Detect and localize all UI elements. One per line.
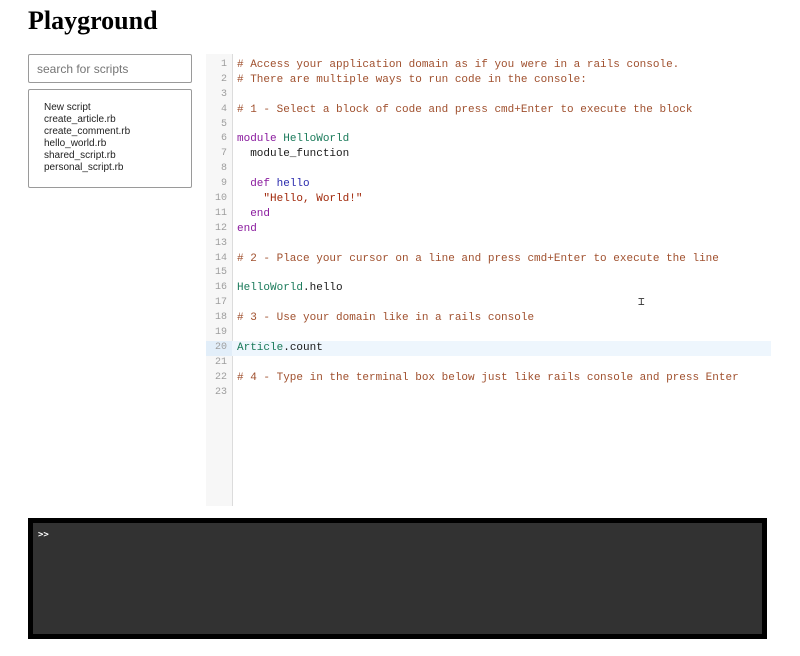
code-line[interactable]: 10 "Hello, World!" <box>206 192 771 207</box>
script-list-item[interactable]: hello_world.rb <box>44 138 191 150</box>
code-token: end <box>237 222 257 235</box>
code-token: Article <box>237 341 284 354</box>
code-token: .hello <box>303 282 343 295</box>
line-number: 12 <box>214 222 227 234</box>
code-lines[interactable]: 1 # Access your application domain as if … <box>206 58 771 400</box>
code-text: module_function <box>237 147 771 162</box>
text-cursor-icon: ⌶ <box>638 295 645 308</box>
code-line[interactable]: 13 <box>206 237 771 252</box>
line-number: 22 <box>214 371 227 383</box>
code-line[interactable]: 8 <box>206 162 771 177</box>
line-number: 20 <box>206 340 232 356</box>
code-token: module <box>237 133 277 146</box>
code-text: # There are multiple ways to run code in… <box>237 73 771 88</box>
code-line[interactable]: 7 module_function <box>206 147 771 162</box>
code-line[interactable]: 4 # 1 - Select a block of code and press … <box>206 103 771 118</box>
code-text: # 1 - Select a block of code and press c… <box>237 103 771 118</box>
code-line[interactable]: 22 # 4 - Type in the terminal box below j… <box>206 371 771 386</box>
line-number: 11 <box>214 207 227 219</box>
code-token: # 1 - Select a block of code and press c… <box>237 103 693 116</box>
line-number: 17 <box>214 297 227 309</box>
code-text: "Hello, World!" <box>237 192 771 207</box>
code-token: hello <box>276 178 310 191</box>
script-list-item[interactable]: create_comment.rb <box>44 126 191 138</box>
code-text: def hello <box>237 177 771 192</box>
script-list-item[interactable]: personal_script.rb <box>44 162 191 174</box>
line-number: 18 <box>214 312 227 324</box>
script-list: New script create_article.rb create_commen… <box>28 89 192 188</box>
script-list-item[interactable]: create_article.rb <box>44 114 191 126</box>
code-text: # 2 - Place your cursor on a line and pr… <box>237 252 771 267</box>
line-number: 13 <box>214 237 227 249</box>
code-line[interactable]: 21 <box>206 356 771 371</box>
code-token: .count <box>283 341 323 354</box>
code-text: end <box>237 207 771 222</box>
line-number: 2 <box>220 73 227 85</box>
code-text: # Access your application domain as if y… <box>237 58 771 73</box>
terminal-box[interactable]: >> <box>28 518 767 639</box>
code-line[interactable]: 9 def hello <box>206 177 771 192</box>
code-line[interactable]: 15 <box>206 266 771 281</box>
code-line[interactable]: 16 HelloWorld.hello <box>206 281 771 296</box>
line-number: 8 <box>220 163 227 175</box>
code-line[interactable]: 12 end <box>206 222 771 237</box>
line-number: 5 <box>220 118 227 130</box>
line-number: 23 <box>214 386 227 398</box>
code-line[interactable]: 23 <box>206 386 771 401</box>
line-number: 19 <box>214 327 227 339</box>
terminal-input[interactable] <box>55 528 756 544</box>
code-text: module HelloWorld <box>237 132 771 147</box>
code-token: # There are multiple ways to run code in… <box>237 73 587 86</box>
line-number: 3 <box>220 88 227 100</box>
terminal-prompt: >> <box>38 530 49 540</box>
code-line[interactable]: 5 <box>206 118 771 133</box>
page-title: Playground <box>28 6 158 35</box>
code-editor[interactable]: 1 # Access your application domain as if … <box>206 54 771 506</box>
line-number: 15 <box>214 267 227 279</box>
code-token: end <box>250 207 271 220</box>
line-number: 1 <box>220 59 227 70</box>
code-line[interactable]: 11 end <box>206 207 771 222</box>
line-number: 16 <box>214 282 227 294</box>
code-text: # 3 - Use your domain like in a rails co… <box>237 311 771 326</box>
code-text: # 4 - Type in the terminal box below jus… <box>237 371 771 386</box>
code-line[interactable]: 3 <box>206 88 771 103</box>
code-token: # 2 - Place your cursor on a line and pr… <box>237 252 719 265</box>
line-number: 21 <box>214 356 227 368</box>
code-token: "Hello, World!" <box>263 193 363 206</box>
script-list-item[interactable]: New script <box>44 102 191 114</box>
code-line[interactable]: 20 Article.count <box>206 340 771 356</box>
search-input[interactable] <box>28 54 192 83</box>
code-token: # Access your application domain as if y… <box>237 59 680 71</box>
code-token: # 3 - Use your domain like in a rails co… <box>237 312 535 325</box>
line-number: 10 <box>214 193 227 205</box>
code-token: # 4 - Type in the terminal box below jus… <box>237 371 739 384</box>
code-line[interactable]: 17 <box>206 296 771 311</box>
line-number: 14 <box>214 252 227 264</box>
line-number: 7 <box>220 148 227 160</box>
code-token: HelloWorld <box>237 282 304 295</box>
code-text: end <box>237 222 771 237</box>
code-token: module_function <box>237 148 350 161</box>
code-text: Article.count <box>237 341 771 356</box>
line-number: 6 <box>220 133 227 145</box>
code-token: HelloWorld <box>283 133 350 146</box>
code-line[interactable]: 2 # There are multiple ways to run code i… <box>206 73 771 88</box>
code-line[interactable]: 19 <box>206 326 771 341</box>
code-line[interactable]: 18 # 3 - Use your domain like in a rails … <box>206 311 771 326</box>
line-number: 9 <box>220 178 227 190</box>
code-text: HelloWorld.hello <box>237 281 771 296</box>
code-line[interactable]: 14 # 2 - Place your cursor on a line and … <box>206 252 771 267</box>
script-list-item[interactable]: shared_script.rb <box>44 150 191 162</box>
line-number: 4 <box>220 103 227 115</box>
code-token: def <box>250 178 271 191</box>
code-line[interactable]: 1 # Access your application domain as if … <box>206 58 771 73</box>
code-line[interactable]: 6 module HelloWorld <box>206 132 771 147</box>
